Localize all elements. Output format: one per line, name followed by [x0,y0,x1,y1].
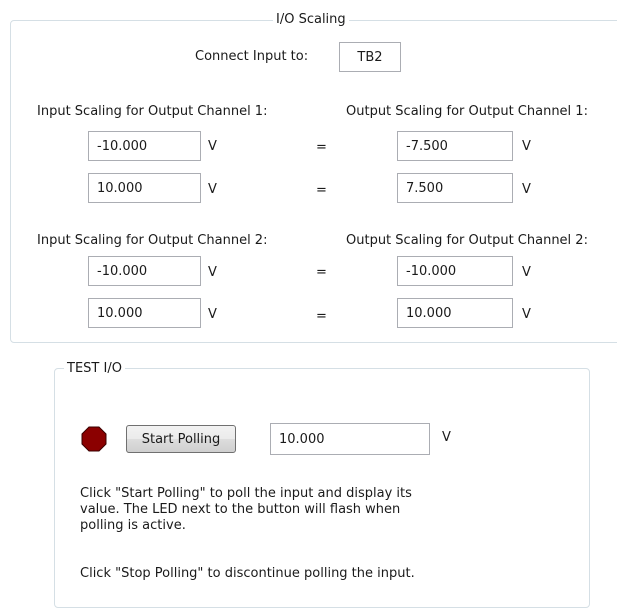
ch1-output-max-unit: V [522,182,531,197]
connect-input-label: Connect Input to: [195,49,309,64]
ch1-output-min-unit: V [522,139,531,154]
io-scaling-title: I/O Scaling [273,12,349,28]
start-polling-description-line-2: value. The LED next to the button will f… [80,502,401,517]
ch2-output-min-unit: V [522,265,531,280]
polling-value-field[interactable] [270,423,430,455]
ch1-input-max-unit: V [208,182,217,197]
ch1-output-min-field[interactable] [397,131,513,161]
start-polling-description-line-1: Click "Start Polling" to poll the input … [80,486,412,501]
ch1-output-max-field[interactable] [397,173,513,203]
input-scaling-ch1-label: Input Scaling for Output Channel 1: [37,104,268,119]
ch2-row1-equals: = [316,265,327,280]
ch1-row1-equals: = [316,140,327,155]
output-scaling-ch2-label: Output Scaling for Output Channel 2: [346,233,588,248]
ch1-input-min-field[interactable] [88,131,201,161]
input-scaling-ch2-label: Input Scaling for Output Channel 2: [37,233,268,248]
ch1-input-max-field[interactable] [88,173,201,203]
ch1-row2-equals: = [316,183,327,198]
ch2-input-min-field[interactable] [88,256,201,286]
connect-input-field[interactable] [339,42,401,72]
ch1-input-min-unit: V [208,139,217,154]
start-polling-button[interactable]: Start Polling [126,425,236,453]
ch2-row2-equals: = [316,309,327,324]
ch2-input-max-unit: V [208,307,217,322]
ch2-input-max-field[interactable] [88,298,201,328]
ch2-output-max-unit: V [522,307,531,322]
polling-value-unit: V [442,430,451,445]
ch2-output-min-field[interactable] [397,256,513,286]
stop-polling-description: Click "Stop Polling" to discontinue poll… [80,566,415,581]
ch2-output-max-field[interactable] [397,298,513,328]
ch2-input-min-unit: V [208,265,217,280]
led-indicator-icon [81,426,107,452]
start-polling-description-line-3: polling is active. [80,518,186,533]
test-io-title: TEST I/O [64,361,125,377]
output-scaling-ch1-label: Output Scaling for Output Channel 1: [346,104,588,119]
